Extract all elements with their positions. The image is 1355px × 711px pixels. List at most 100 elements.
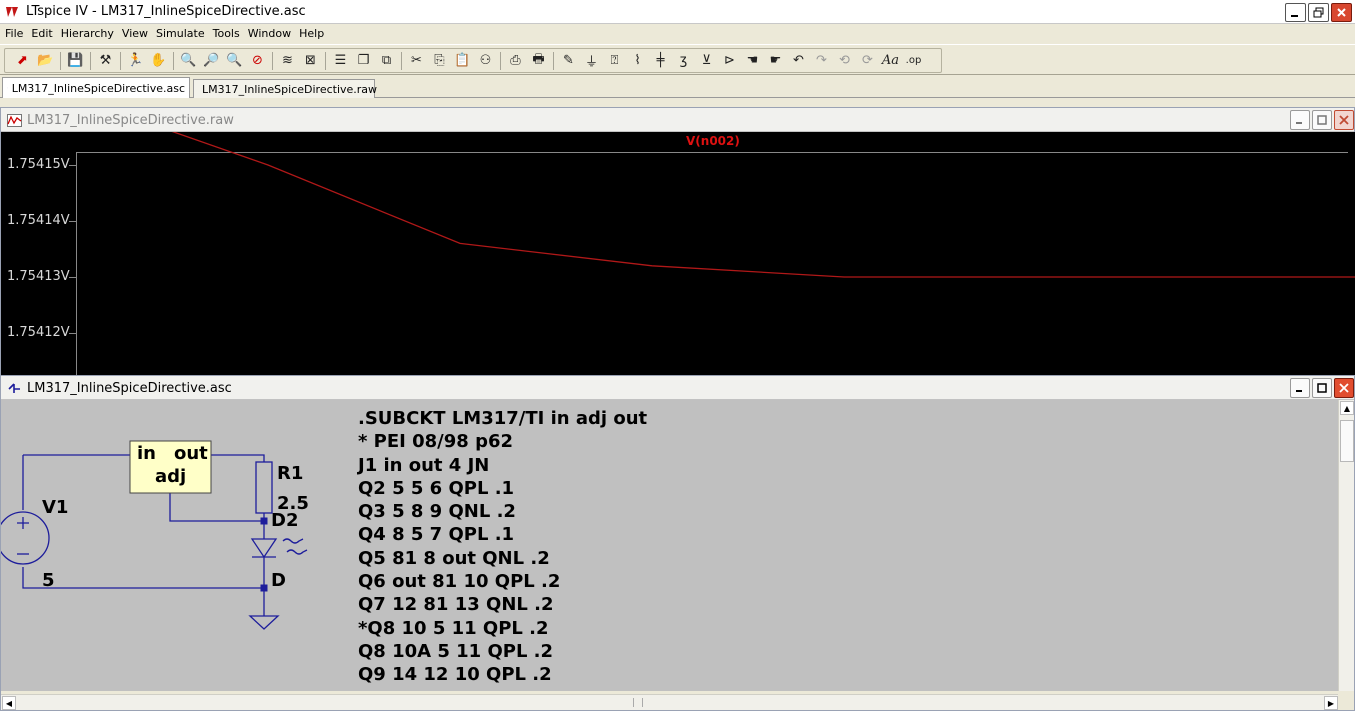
menu-help[interactable]: Help (298, 25, 329, 43)
delete-traces-button[interactable]: ⊠ (299, 50, 322, 72)
menu-hierarchy[interactable]: Hierarchy (60, 25, 119, 43)
waveform-close-button[interactable] (1334, 110, 1354, 130)
drag-button[interactable]: ☛ (764, 50, 787, 72)
menu-window[interactable]: Window (247, 25, 296, 43)
capacitor-button[interactable]: ╪ (649, 50, 672, 72)
ground-icon: ⏚ (584, 55, 598, 70)
label-net-icon: ⍰ (610, 53, 619, 68)
menu-tools[interactable]: Tools (212, 25, 245, 43)
open-button[interactable]: 📂 (34, 50, 57, 72)
minimize-icon (1296, 390, 1302, 392)
inductor-button[interactable]: ʒ (672, 50, 695, 72)
new-schematic-button[interactable]: ⬈ (11, 50, 34, 72)
spice-directive-icon: .op (905, 55, 922, 66)
d2-label[interactable]: D2 (271, 510, 298, 531)
scroll-left-arrow-icon[interactable]: ◀ (2, 696, 16, 710)
r1-label[interactable]: R1 (277, 463, 303, 484)
ltspice-logo-icon (4, 4, 20, 20)
spice-directive[interactable]: .SUBCKT LM317/TI in adj out * PEI 08/98 … (358, 407, 647, 687)
tab-waveform[interactable]: LM317_InlineSpiceDirective.raw (193, 79, 377, 98)
text-button[interactable]: Aa (879, 50, 902, 72)
ground-button[interactable]: ⏚ (580, 50, 603, 72)
horizontal-scrollbar[interactable]: ◀ ▶ (1, 694, 1340, 710)
mirror-button[interactable]: ⟳ (856, 50, 879, 72)
redo-button[interactable]: ↷ (810, 50, 833, 72)
directive-line: * PEI 08/98 p62 (358, 431, 514, 453)
zoom-in-button[interactable]: 🔍 (177, 50, 200, 72)
copy-icon: ⎘ (434, 53, 445, 68)
print-preview-button[interactable]: ⎙ (504, 50, 527, 72)
move-button[interactable]: ☚ (741, 50, 764, 72)
cascade-button[interactable]: ❐ (352, 50, 375, 72)
d-label[interactable]: D (271, 570, 286, 591)
redo-icon: ↷ (816, 53, 827, 68)
zoom-out-button[interactable]: 🔍 (223, 50, 246, 72)
pan-icon: 🔎 (203, 53, 220, 68)
directive-line: Q6 out 81 10 QPL .2 (358, 571, 561, 593)
menu-edit[interactable]: Edit (30, 25, 57, 43)
new-schematic-icon: ⬈ (17, 53, 28, 68)
waveform-minimize-button[interactable] (1290, 110, 1310, 130)
autorange-icon: ≋ (282, 53, 293, 68)
spice-directive-button[interactable]: .op (902, 50, 925, 72)
waveform-maximize-button[interactable] (1312, 110, 1332, 130)
control-panel-button[interactable]: ⚒ (94, 50, 117, 72)
horizontal-scroll-grip[interactable] (633, 698, 643, 707)
component-button[interactable]: ⊳ (718, 50, 741, 72)
menu-file[interactable]: File (4, 25, 28, 43)
toolbar-separator (173, 51, 174, 70)
menu-view[interactable]: View (121, 25, 153, 43)
schematic-icon (7, 87, 8, 89)
tab-schematic[interactable]: LM317_InlineSpiceDirective.asc (2, 77, 190, 98)
run-button[interactable]: 🏃 (124, 50, 147, 72)
v1-label[interactable]: V1 (42, 497, 68, 518)
cut-button[interactable]: ✂ (405, 50, 428, 72)
scroll-up-arrow-icon[interactable]: ▲ (1340, 401, 1354, 415)
restore-button[interactable] (1308, 3, 1329, 22)
zoom-in-icon: 🔍 (180, 53, 197, 68)
save-button[interactable]: 💾 (64, 50, 87, 72)
find-button[interactable]: ⚇ (474, 50, 497, 72)
draw-wire-button[interactable]: ✎ (557, 50, 580, 72)
text-icon: Aa (881, 53, 900, 68)
scroll-right-arrow-icon[interactable]: ▶ (1324, 696, 1338, 710)
print-preview-icon: ⎙ (510, 53, 521, 68)
resistor-button[interactable]: ⌇ (626, 50, 649, 72)
directive-line: Q5 81 8 out QNL .2 (358, 547, 550, 569)
diode-button[interactable]: ⊻ (695, 50, 718, 72)
inductor-icon: ʒ (679, 53, 688, 68)
menu-simulate[interactable]: Simulate (155, 25, 210, 43)
directive-line: *Q8 10 5 11 QPL .2 (358, 617, 549, 639)
waveform-plot[interactable]: V(n002) 1.75415V 1.75414V 1.75413V 1.754… (1, 132, 1355, 392)
paste-button[interactable]: 📋 (451, 50, 474, 72)
tile-horizontal-button[interactable]: ☰ (329, 50, 352, 72)
minimize-button[interactable] (1285, 3, 1306, 22)
resistor-icon: ⌇ (634, 53, 641, 68)
waveform-icon (7, 114, 22, 127)
halt-button[interactable]: ✋ (147, 50, 170, 72)
toolbar-separator (553, 51, 554, 70)
schematic-maximize-button[interactable] (1312, 378, 1332, 398)
print-button[interactable]: 🖶 (527, 50, 550, 72)
zoom-fit-button[interactable]: ⊘ (246, 50, 269, 72)
pencil-icon: ✎ (563, 53, 574, 68)
close-window-button[interactable]: ⧉ (375, 50, 398, 72)
vertical-scrollbar[interactable]: ▲ (1338, 400, 1354, 691)
component-icon: ⊳ (724, 53, 735, 68)
v1-value[interactable]: 5 (42, 570, 55, 591)
toolbar-separator (120, 51, 121, 70)
autorange-button[interactable]: ≋ (276, 50, 299, 72)
pan-button[interactable]: 🔎 (200, 50, 223, 72)
undo-icon: ↶ (793, 53, 804, 68)
close-button[interactable] (1331, 3, 1352, 22)
schematic-canvas[interactable]: in out adj V1 5 R1 2.5 D2 D .SUBCKT LM31… (1, 400, 1340, 691)
vertical-scroll-thumb[interactable] (1340, 420, 1354, 462)
schematic-close-button[interactable] (1334, 378, 1354, 398)
schematic-minimize-button[interactable] (1290, 378, 1310, 398)
copy-button[interactable]: ⎘ (428, 50, 451, 72)
trace-line[interactable] (76, 132, 1355, 278)
rotate-button[interactable]: ⟲ (833, 50, 856, 72)
label-net-button[interactable]: ⍰ (603, 50, 626, 72)
window-title: LTspice IV - LM317_InlineSpiceDirective.… (26, 4, 306, 19)
undo-button[interactable]: ↶ (787, 50, 810, 72)
